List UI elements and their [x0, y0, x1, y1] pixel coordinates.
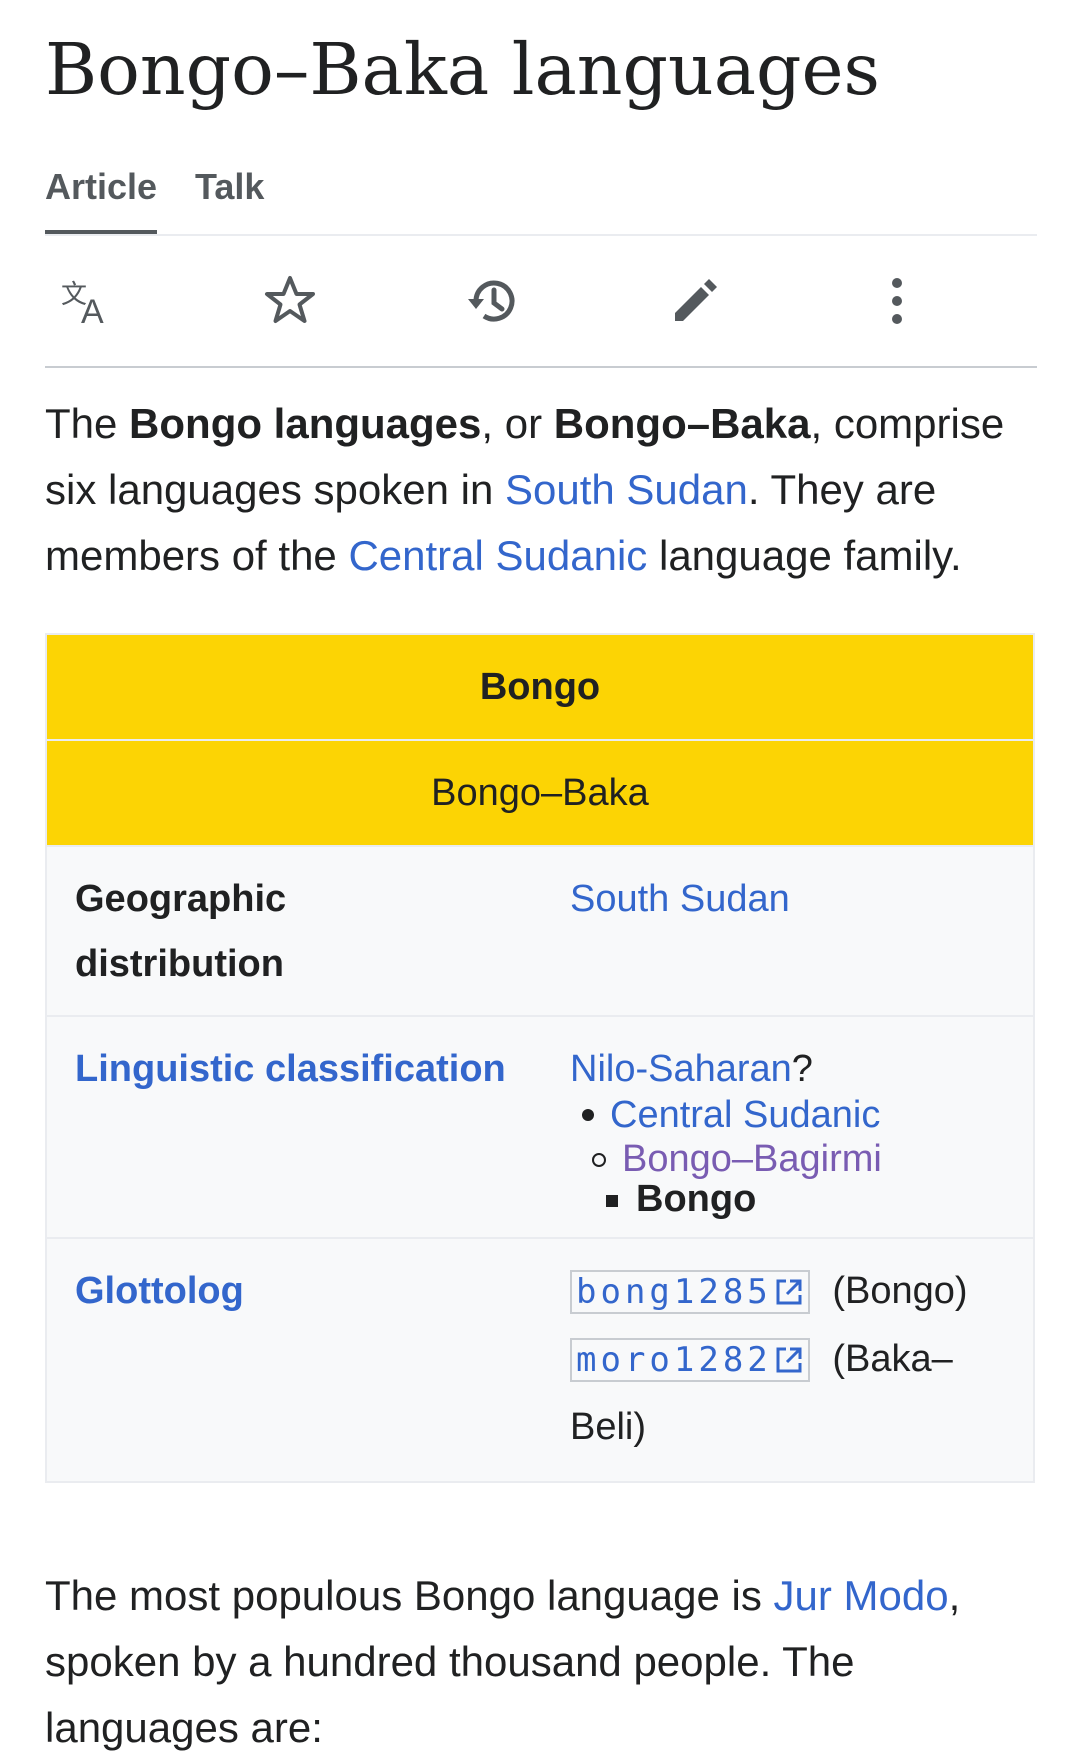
language-icon: 文 A	[61, 280, 104, 329]
intro-text: language family.	[647, 532, 962, 579]
link-central-sudanic[interactable]: Central Sudanic	[348, 532, 647, 579]
link-central-sudanic[interactable]: Central Sudanic	[610, 1094, 880, 1136]
watch-star-button[interactable]	[258, 269, 322, 333]
tab-article[interactable]: Article	[45, 166, 158, 234]
link-south-sudan[interactable]: South Sudan	[505, 466, 748, 513]
external-link-icon	[776, 1279, 802, 1305]
edit-pencil-icon	[675, 279, 717, 321]
language-button[interactable]: 文 A	[55, 269, 119, 333]
glottolog-note: (Bongo)	[832, 1270, 968, 1312]
glottolog-code: bong1285	[576, 1272, 772, 1312]
external-link-icon	[776, 1347, 802, 1373]
link-glottolog[interactable]: Glottolog	[75, 1259, 244, 1324]
page-title: Bongo–Baka languages	[45, 28, 880, 111]
bullet	[592, 1153, 606, 1167]
infobox-row-glottolog: Glottolog bong1285 (Bongo) moro1282 (Bak…	[47, 1237, 1033, 1483]
page-tabs: Article Talk	[45, 148, 1037, 236]
infobox-row-geographic: Geographic distribution South Sudan	[47, 845, 1033, 1017]
link-linguistic-classification[interactable]: Linguistic classification	[75, 1037, 506, 1102]
more-vertical-icon	[892, 278, 902, 324]
intro-bold-term: Bongo languages	[129, 400, 482, 447]
body-paragraph: The most populous Bongo language is Jur …	[45, 1563, 1035, 1761]
glottolog-entry-2: moro1282 (Baka–	[570, 1327, 953, 1393]
infobox-title: Bongo	[47, 635, 1033, 741]
glottolog-entry-1: bong1285 (Bongo)	[570, 1259, 968, 1325]
link-bongo-bagirmi[interactable]: Bongo–Bagirmi	[622, 1138, 882, 1180]
history-icon	[468, 280, 515, 322]
classification-current: Bongo	[636, 1178, 757, 1220]
infobox-subtitle: Bongo–Baka	[47, 741, 1033, 845]
bullet	[582, 1109, 594, 1121]
uncertain-mark: ?	[791, 1048, 813, 1090]
intro-text: The	[45, 400, 130, 447]
bullet	[606, 1195, 618, 1207]
history-button[interactable]	[460, 269, 524, 333]
link-nilo-saharan[interactable]: Nilo-Saharan	[570, 1048, 792, 1090]
intro-paragraph: The Bongo languages, or Bongo–Baka, comp…	[45, 391, 1035, 589]
tab-talk[interactable]: Talk	[195, 166, 264, 208]
more-options-button[interactable]	[865, 269, 929, 333]
glottolog-note-cont: Beli)	[570, 1406, 647, 1448]
star-icon	[265, 276, 315, 323]
glottolog-code-link[interactable]: moro1282	[570, 1338, 810, 1382]
edit-button[interactable]	[663, 269, 727, 333]
body-text: The most populous Bongo language is	[45, 1572, 774, 1619]
intro-bold-term: Bongo–Baka	[553, 400, 811, 447]
glottolog-code-link[interactable]: bong1285	[570, 1270, 810, 1314]
infobox-row-classification: Linguistic classification Nilo-Saharan? …	[47, 1015, 1033, 1239]
glottolog-note: (Baka–	[832, 1338, 953, 1380]
infobox-label: Geographic distribution	[75, 878, 287, 985]
link-south-sudan[interactable]: South Sudan	[570, 867, 790, 932]
infobox: Bongo Bongo–Baka Geographic distribution…	[45, 633, 1035, 1483]
link-jur-modo[interactable]: Jur Modo	[774, 1572, 949, 1619]
intro-text: , or	[481, 400, 554, 447]
svg-text:A: A	[81, 293, 104, 329]
glottolog-code: moro1282	[576, 1340, 772, 1380]
page-actions-toolbar: 文 A	[45, 236, 1037, 368]
